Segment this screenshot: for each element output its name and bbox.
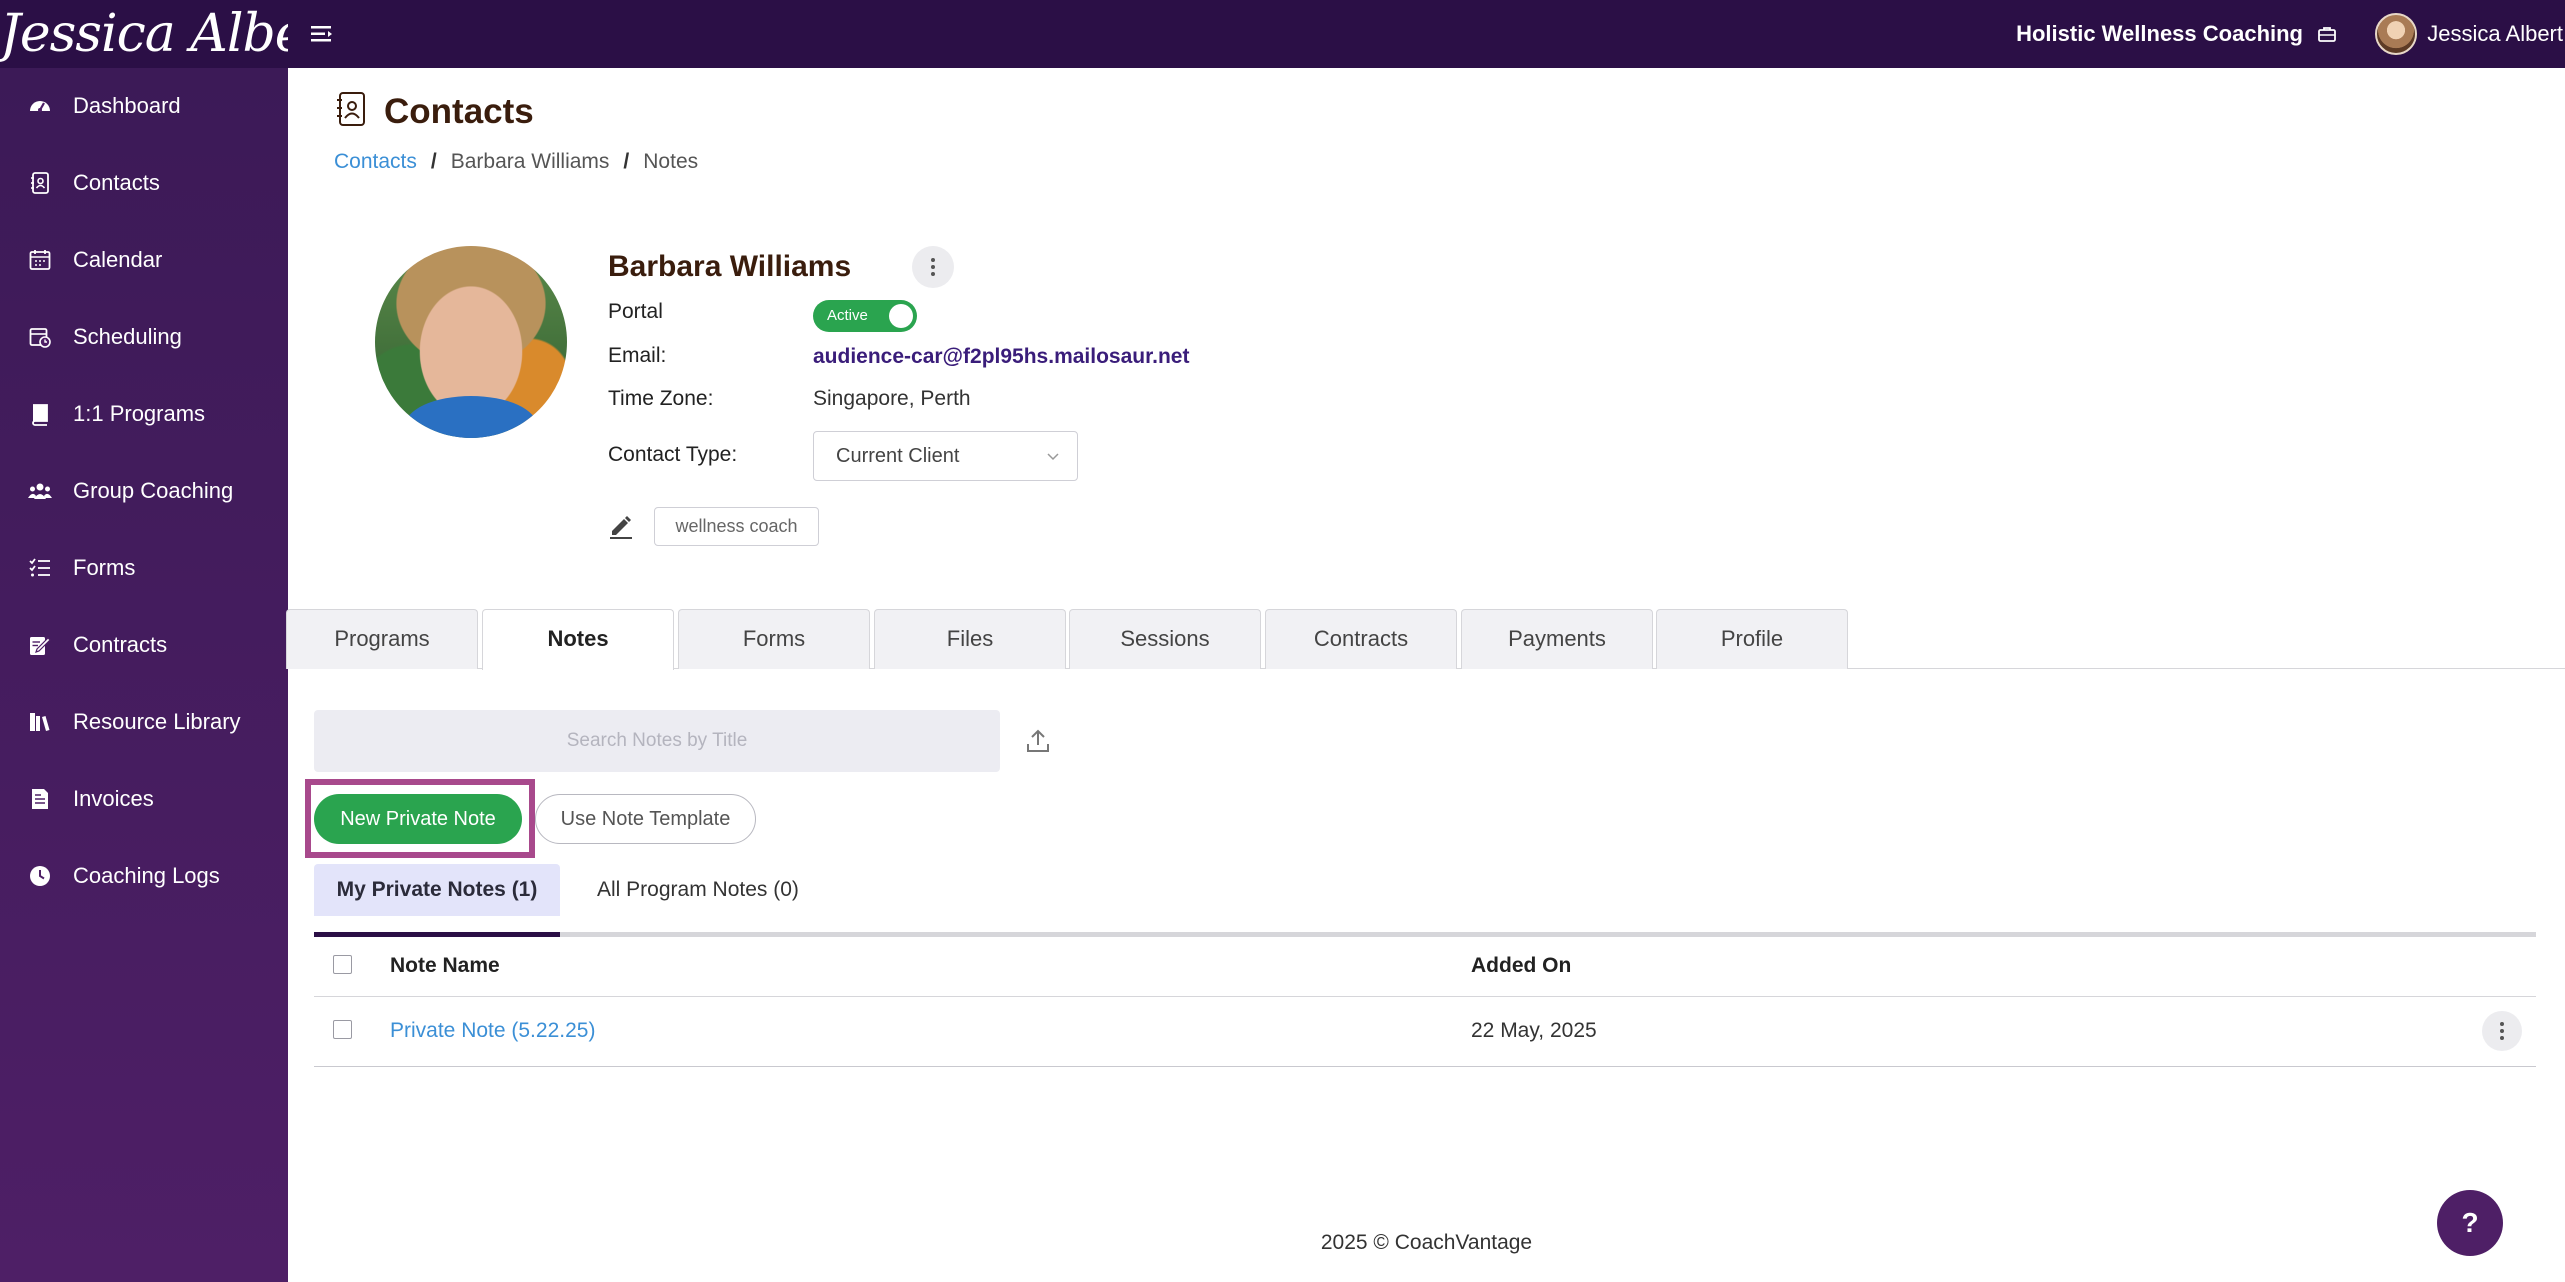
briefcase-icon bbox=[2317, 24, 2337, 44]
kebab-icon bbox=[931, 258, 935, 276]
sidebar-item-contacts[interactable]: Contacts bbox=[0, 153, 288, 213]
organization-name: Holistic Wellness Coaching bbox=[2016, 21, 2303, 46]
breadcrumb-current: Notes bbox=[643, 150, 699, 173]
tab-sessions[interactable]: Sessions bbox=[1069, 609, 1261, 669]
select-all-checkbox[interactable] bbox=[333, 955, 352, 974]
sidebar-item-label: Contacts bbox=[73, 170, 160, 195]
sidebar-item-forms[interactable]: Forms bbox=[0, 538, 288, 598]
contact-name: Barbara Williams bbox=[608, 250, 852, 283]
user-name: Jessica Albert bbox=[2427, 21, 2563, 46]
subtab-active-indicator bbox=[314, 932, 560, 937]
tab-contracts[interactable]: Contracts bbox=[1265, 609, 1457, 669]
dashboard-icon bbox=[27, 93, 53, 119]
kebab-icon bbox=[2500, 1022, 2504, 1040]
sidebar-item-label: Calendar bbox=[73, 247, 163, 272]
portal-toggle[interactable]: Active bbox=[813, 300, 917, 332]
tab-notes[interactable]: Notes bbox=[482, 609, 674, 670]
contact-type-select[interactable]: Current Client bbox=[813, 431, 1078, 481]
user-menu[interactable]: Jessica Albert bbox=[2375, 10, 2565, 58]
breadcrumb-contact-name: Barbara Williams bbox=[450, 150, 610, 173]
breadcrumb-separator: / bbox=[430, 150, 437, 173]
new-private-note-button[interactable]: New Private Note bbox=[314, 794, 522, 844]
sidebar-item-label: Scheduling bbox=[73, 324, 182, 349]
sidebar-item-scheduling[interactable]: Scheduling bbox=[0, 307, 288, 367]
contact-tag: wellness coach bbox=[654, 507, 819, 546]
subtab-my-private-notes[interactable]: My Private Notes (1) bbox=[314, 864, 560, 916]
sidebar-item-label: Contracts bbox=[73, 632, 168, 657]
tab-files[interactable]: Files bbox=[874, 609, 1066, 669]
contact-type-label: Contact Type: bbox=[608, 443, 738, 466]
subtab-track bbox=[314, 932, 2536, 937]
menu-icon[interactable] bbox=[308, 20, 336, 48]
library-icon bbox=[27, 709, 53, 735]
group-icon bbox=[27, 478, 53, 504]
edit-tags-icon[interactable] bbox=[609, 513, 633, 539]
table-row-divider bbox=[314, 1066, 2536, 1067]
table-header-divider bbox=[314, 996, 2536, 997]
sidebar-item-coaching-logs[interactable]: Coaching Logs bbox=[0, 846, 288, 906]
note-added-on: 22 May, 2025 bbox=[1471, 1019, 1597, 1042]
footer-copyright: 2025 © CoachVantage bbox=[1320, 1231, 1533, 1254]
contact-type-value: Current Client bbox=[836, 445, 960, 467]
calendar-icon bbox=[27, 247, 53, 273]
sidebar-item-label: Forms bbox=[73, 555, 136, 580]
tab-payments[interactable]: Payments bbox=[1461, 609, 1653, 669]
chevron-down-icon bbox=[1047, 453, 1059, 461]
contacts-icon bbox=[334, 91, 368, 129]
sidebar-item-label: Coaching Logs bbox=[73, 863, 220, 888]
tab-profile[interactable]: Profile bbox=[1656, 609, 1848, 669]
organization-switcher[interactable]: Holistic Wellness Coaching bbox=[2016, 19, 2337, 49]
row-options-button[interactable] bbox=[2482, 1011, 2522, 1051]
note-name-link[interactable]: Private Note (5.22.25) bbox=[390, 1017, 595, 1045]
email-value[interactable]: audience-car@f2pl95hs.mailosaur.net bbox=[813, 343, 1189, 371]
sidebar-item-contracts[interactable]: Contracts bbox=[0, 615, 288, 675]
contact-options-button[interactable] bbox=[912, 246, 954, 288]
column-header-note-name[interactable]: Note Name bbox=[390, 952, 500, 980]
upload-icon[interactable] bbox=[1024, 727, 1052, 755]
subtab-all-program-notes[interactable]: All Program Notes (0) bbox=[597, 864, 799, 916]
avatar bbox=[2375, 13, 2418, 55]
sidebar-item-label: Dashboard bbox=[73, 93, 181, 118]
top-bar: Jessica Albert Holistic Wellness Coachin… bbox=[0, 0, 2565, 68]
sidebar: Dashboard Contacts Calendar Scheduling 1… bbox=[0, 68, 288, 1282]
help-button[interactable]: ? bbox=[2437, 1190, 2503, 1256]
sidebar-item-label: Group Coaching bbox=[73, 478, 234, 503]
tab-forms[interactable]: Forms bbox=[678, 609, 870, 669]
clock-icon bbox=[27, 863, 53, 889]
timezone-label: Time Zone: bbox=[608, 387, 714, 410]
scheduling-icon bbox=[27, 324, 53, 350]
invoice-icon bbox=[27, 786, 53, 812]
row-checkbox[interactable] bbox=[333, 1020, 352, 1039]
sidebar-item-resource-library[interactable]: Resource Library bbox=[0, 692, 288, 752]
book-icon bbox=[27, 401, 53, 427]
portal-label: Portal bbox=[608, 300, 663, 323]
sidebar-item-invoices[interactable]: Invoices bbox=[0, 769, 288, 829]
breadcrumb-contacts[interactable]: Contacts bbox=[334, 148, 417, 176]
signature-icon bbox=[27, 632, 53, 658]
contact-photo bbox=[375, 246, 567, 438]
sidebar-item-calendar[interactable]: Calendar bbox=[0, 230, 288, 290]
sidebar-item-label: Resource Library bbox=[73, 709, 241, 734]
portal-status: Active bbox=[827, 307, 868, 324]
sidebar-item-group-coaching[interactable]: Group Coaching bbox=[0, 461, 288, 521]
page-title: Contacts bbox=[384, 92, 534, 131]
search-notes-input[interactable] bbox=[314, 710, 1000, 772]
sidebar-item-label: Invoices bbox=[73, 786, 154, 811]
breadcrumb: Contacts / Barbara Williams / Notes bbox=[334, 148, 698, 176]
column-header-added-on[interactable]: Added On bbox=[1471, 952, 1571, 980]
timezone-value: Singapore, Perth bbox=[813, 387, 971, 410]
tab-programs[interactable]: Programs bbox=[286, 609, 478, 669]
brand-logo[interactable]: Jessica Albert bbox=[0, 0, 288, 68]
sidebar-item-label: 1:1 Programs bbox=[73, 401, 206, 426]
checklist-icon bbox=[27, 555, 53, 581]
use-note-template-button[interactable]: Use Note Template bbox=[535, 794, 756, 844]
toggle-knob bbox=[889, 304, 913, 328]
breadcrumb-separator: / bbox=[623, 150, 630, 173]
email-label: Email: bbox=[608, 344, 667, 367]
sidebar-item-dashboard[interactable]: Dashboard bbox=[0, 76, 288, 136]
contacts-icon bbox=[27, 170, 53, 196]
sidebar-item-programs[interactable]: 1:1 Programs bbox=[0, 384, 288, 444]
